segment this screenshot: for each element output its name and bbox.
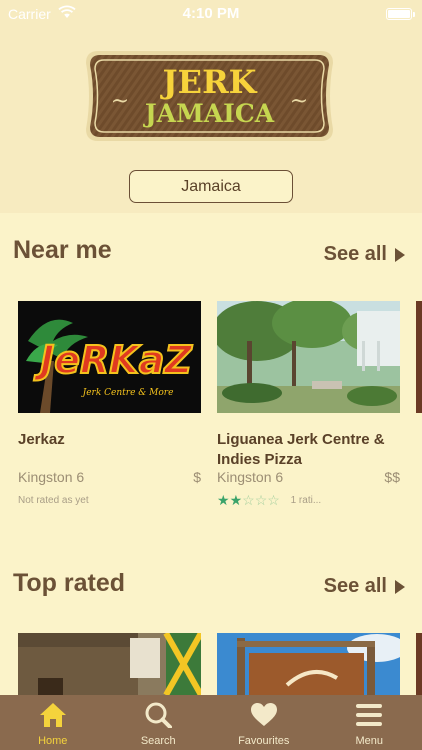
- section-title-near-me: Near me: [13, 236, 112, 264]
- search-icon: [145, 702, 173, 728]
- top-rated-card-partial[interactable]: [416, 633, 422, 695]
- rating-row: ★ ★ ☆ ☆ ☆ 1 rati...: [217, 493, 321, 507]
- star-empty-icon: ☆: [242, 492, 255, 508]
- see-all-label: See all: [323, 575, 387, 597]
- restaurant-location: Kingston 6: [18, 469, 85, 485]
- tab-favourites[interactable]: Favourites: [211, 695, 317, 750]
- tab-label: Favourites: [238, 735, 290, 747]
- logo-line1: JERK: [160, 63, 258, 101]
- logo-ornament-right: ~: [290, 89, 308, 114]
- rating-text: Not rated as yet: [18, 495, 89, 506]
- status-time: 4:10 PM: [182, 5, 240, 22]
- restaurant-location: Kingston 6: [217, 469, 284, 485]
- restaurant-name: Liguanea Jerk Centre & Indies Pizza: [217, 431, 385, 468]
- rating-count: 1 rati...: [290, 494, 322, 506]
- top-rated-card-1[interactable]: [18, 633, 201, 695]
- price-level: $: [193, 469, 201, 485]
- star-empty-icon: ☆: [267, 492, 280, 508]
- see-all-near-me-button[interactable]: See all: [324, 243, 405, 266]
- tab-label: Menu: [355, 735, 384, 747]
- restaurant-photo: JeRKaZ Jerk Centre & More: [18, 301, 201, 413]
- chevron-right-icon: [395, 247, 405, 262]
- tab-label: Search: [140, 735, 176, 747]
- tab-menu[interactable]: Menu: [317, 695, 422, 750]
- restaurant-card-jerkaz[interactable]: JeRKaZ Jerk Centre & More Jerkaz Kingsto…: [18, 301, 201, 511]
- restaurant-location-row: Kingston 6 $: [18, 469, 201, 485]
- restaurant-card-liguanea[interactable]: Liguanea Jerk Centre & Indies Pizza King…: [217, 301, 400, 511]
- price-level: $$: [384, 469, 400, 485]
- tab-label: Home: [38, 735, 68, 747]
- location-selector-button[interactable]: Jamaica: [129, 170, 293, 203]
- restaurant-card-partial[interactable]: [416, 301, 422, 413]
- svg-text:JeRKaZ: JeRKaZ: [33, 338, 193, 382]
- restaurant-location-row: Kingston 6 $$: [217, 469, 400, 485]
- battery-icon: [386, 8, 415, 20]
- menu-icon: [356, 704, 383, 726]
- restaurant-photo: [217, 633, 400, 695]
- see-all-top-rated-button[interactable]: See all: [324, 575, 405, 598]
- restaurant-photo: [217, 301, 400, 413]
- svg-text:Jerk Centre & More: Jerk Centre & More: [81, 388, 174, 398]
- jerk-jamaica-logo: JERK JAMAICA ~ ~: [86, 51, 333, 141]
- status-bar: Carrier 4:10 PM: [0, 0, 422, 28]
- restaurant-name: Jerkaz: [18, 431, 65, 448]
- location-label: Jamaica: [181, 177, 241, 195]
- star-filled-icon: ★: [217, 492, 230, 508]
- logo-ornament-left: ~: [111, 89, 129, 114]
- star-rating: ★ ★ ☆ ☆ ☆: [217, 493, 280, 507]
- star-filled-icon: ★: [229, 492, 243, 508]
- tab-search[interactable]: Search: [106, 695, 212, 750]
- top-rated-card-2[interactable]: [217, 633, 400, 695]
- see-all-label: See all: [323, 243, 387, 265]
- home-icon: [39, 703, 66, 727]
- chevron-right-icon: [395, 579, 405, 594]
- heart-icon: [250, 703, 277, 726]
- tab-bar: Home Search Favourites Menu: [0, 695, 422, 750]
- logo-line2: JAMAICA: [143, 99, 275, 128]
- restaurant-photo: [18, 633, 201, 695]
- star-empty-icon: ☆: [254, 492, 268, 508]
- section-title-top-rated: Top rated: [13, 569, 126, 597]
- tab-home[interactable]: Home: [0, 695, 106, 750]
